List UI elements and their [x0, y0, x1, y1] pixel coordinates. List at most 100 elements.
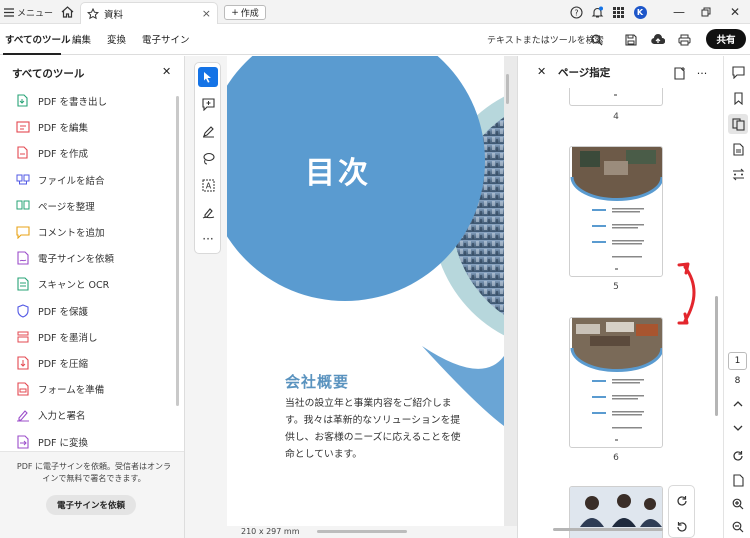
tool-search-label[interactable]: テキストまたはツールを検索 [487, 33, 604, 46]
convert-pdf-icon [17, 435, 29, 449]
document-viewer[interactable]: 目次 会社概要 当社の設立年と事業内容をご紹介します。我々は革新的なソリューショ… [227, 56, 517, 538]
tab-edit[interactable]: 編集 [72, 32, 91, 46]
menu-button[interactable]: メニュー [4, 4, 53, 20]
svg-text:A: A [205, 181, 211, 190]
sign-tool[interactable] [198, 202, 218, 222]
tool-item[interactable]: 電子サインを依頼 [16, 249, 114, 267]
page-thumbnails-icon [731, 117, 745, 131]
menu-label: メニュー [17, 8, 54, 19]
rotate-clockwise-button[interactable] [673, 492, 691, 510]
tab-close-icon[interactable]: × [202, 7, 211, 20]
restore-icon [701, 7, 711, 17]
document-properties-button[interactable] [728, 139, 748, 159]
tool-item[interactable]: PDF を墨消し [16, 328, 98, 346]
tool-item[interactable]: PDF を書き出し [16, 92, 107, 110]
create-label: 作成 [240, 9, 259, 19]
document-hscrollbar[interactable] [317, 530, 407, 533]
request-esign-icon [17, 251, 29, 265]
close-pages-icon[interactable]: ✕ [537, 65, 546, 78]
tool-label: PDF を編集 [38, 123, 89, 135]
tool-label: PDF を圧縮 [38, 359, 89, 370]
total-pages: 8 [734, 376, 741, 386]
insert-page-button[interactable] [672, 65, 688, 81]
save-button[interactable] [623, 32, 639, 48]
page-number-5: 5 [613, 282, 619, 292]
tool-item[interactable]: ファイルを結合 [16, 171, 105, 189]
next-page-button[interactable] [728, 418, 748, 438]
compress-pdf-icon [17, 356, 29, 370]
tab-all-tools[interactable]: すべてのツール [5, 32, 70, 46]
comment-icon [731, 65, 745, 79]
tool-item[interactable]: PDF を保護 [16, 302, 88, 320]
tool-item[interactable]: PDF を圧縮 [16, 354, 88, 372]
tab-convert[interactable]: 変換 [107, 32, 126, 46]
share-button[interactable]: 共有 [706, 29, 746, 49]
pages-hscrollbar[interactable] [553, 528, 663, 531]
tool-item[interactable]: コメントを追加 [16, 223, 105, 241]
home-button[interactable] [58, 4, 76, 20]
page-thumbnail-4[interactable] [569, 88, 663, 106]
avatar: K [633, 5, 647, 19]
signature-pen-icon [202, 207, 214, 218]
restore-button[interactable] [697, 3, 715, 21]
pages-scrollbar[interactable] [715, 296, 718, 416]
tool-item[interactable]: PDF に変換 [16, 433, 88, 451]
draw-tool[interactable] [198, 148, 218, 168]
page-size-label: 210 x 297 mm [241, 527, 300, 536]
compare-button[interactable] [728, 164, 748, 184]
pen-icon [202, 125, 214, 137]
rotate-counterclockwise-button[interactable] [673, 518, 691, 536]
tool-item[interactable]: スキャンと OCR [16, 275, 109, 293]
highlight-tool[interactable] [198, 121, 218, 141]
panel-scrollbar[interactable] [176, 96, 179, 406]
close-window-button[interactable]: ✕ [726, 3, 744, 21]
text-tool[interactable]: A [198, 175, 218, 195]
apps-button[interactable] [610, 4, 626, 20]
tool-label: PDF を作成 [38, 149, 89, 161]
tool-label: PDF を保護 [38, 306, 89, 318]
tab-esign[interactable]: 電子サイン [142, 32, 190, 46]
close-panel-icon[interactable]: ✕ [162, 65, 171, 78]
pages-more-button[interactable]: ··· [694, 65, 710, 81]
tool-item[interactable]: 入力と署名 [16, 406, 86, 424]
document-scrollbar[interactable] [506, 74, 509, 104]
select-tool[interactable] [198, 67, 218, 87]
document-status-bar: 210 x 297 mm [227, 526, 517, 538]
notifications-button[interactable] [589, 4, 605, 20]
reorder-arrow-icon [677, 262, 696, 325]
help-button[interactable]: ? [568, 4, 584, 20]
zoom-out-button[interactable] [728, 517, 748, 537]
quick-tools-bar: A ··· [194, 62, 221, 254]
minimize-button[interactable]: — [670, 3, 688, 21]
tool-label: ページを整理 [38, 201, 95, 213]
comment-tool[interactable] [198, 94, 218, 114]
star-icon[interactable] [87, 7, 99, 20]
tool-item[interactable]: PDF を作成 [16, 144, 88, 162]
print-button[interactable] [676, 32, 692, 48]
search-button[interactable] [589, 32, 605, 48]
refresh-icon [733, 451, 743, 461]
tool-item[interactable]: ページを整理 [16, 197, 95, 215]
profile-button[interactable]: K [632, 4, 648, 20]
tool-label: フォームを準備 [38, 385, 105, 397]
comments-pane-button[interactable] [728, 62, 748, 82]
tab-document[interactable]: 資料 × [80, 2, 218, 24]
previous-page-button[interactable] [728, 393, 748, 413]
upload-button[interactable] [650, 32, 666, 48]
pages-pane-button[interactable] [728, 114, 748, 134]
tool-item[interactable]: フォームを準備 [16, 380, 104, 398]
page-thumbnail-5[interactable] [569, 146, 663, 277]
request-esign-button[interactable]: 電子サインを依頼 [46, 495, 136, 515]
cursor-icon [204, 72, 211, 83]
insert-page-icon [674, 66, 685, 80]
page-thumbnail-6[interactable] [569, 317, 663, 448]
bookmarks-pane-button[interactable] [728, 88, 748, 108]
more-tools-button[interactable]: ··· [198, 229, 218, 249]
refresh-button[interactable] [728, 446, 748, 466]
fit-page-button[interactable] [728, 470, 748, 490]
current-page-input[interactable]: 1 [728, 352, 747, 370]
prepare-form-icon [17, 382, 29, 396]
create-button[interactable]: + 作成 [224, 5, 266, 20]
tool-item[interactable]: PDF を編集 [16, 118, 88, 136]
zoom-in-button[interactable] [728, 494, 748, 514]
